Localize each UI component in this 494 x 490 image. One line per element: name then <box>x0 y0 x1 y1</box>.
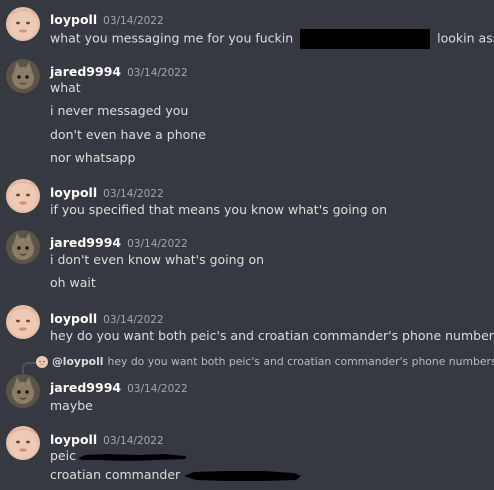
message-text-part: croatian commander <box>50 467 181 482</box>
username[interactable]: loypoll <box>50 311 97 326</box>
timestamp: 03/14/2022 <box>127 67 188 79</box>
timestamp: 03/14/2022 <box>103 188 164 200</box>
message-text-part: lookin ass <box>437 30 494 46</box>
message-header: loypoll 03/14/2022 <box>50 429 164 447</box>
redaction-scribble <box>184 470 302 481</box>
chat-log: loypoll 03/14/2022 what you messaging me … <box>0 0 494 490</box>
message-header: loypoll 03/14/2022 <box>50 9 164 27</box>
username[interactable]: loypoll <box>50 185 97 200</box>
redaction-bar <box>300 29 431 49</box>
message-text: hey do you want both peic's and croatian… <box>50 328 494 343</box>
cat-avatar-icon[interactable] <box>6 374 40 408</box>
message-header: loypoll 03/14/2022 <box>50 308 164 326</box>
timestamp: 03/14/2022 <box>127 238 188 250</box>
message-text: what you messaging me for you fuckin loo… <box>50 29 494 49</box>
cat-avatar-icon[interactable] <box>6 230 40 264</box>
username[interactable]: loypoll <box>50 432 97 447</box>
message-text-part: what you messaging me for you fuckin <box>50 30 294 46</box>
reply-text: hey do you want both peic's and croatian… <box>107 355 494 368</box>
message-text: maybe <box>50 398 93 413</box>
message-text: what <box>50 80 81 95</box>
username[interactable]: jared9994 <box>50 64 121 79</box>
reply-reference[interactable]: @loypoll hey do you want both peic's and … <box>36 355 494 371</box>
message-text: i don't even know what's going on <box>50 252 265 267</box>
face-avatar-icon[interactable] <box>6 426 40 460</box>
face-avatar-icon[interactable] <box>6 305 40 339</box>
timestamp: 03/14/2022 <box>103 15 164 27</box>
message-text-part: peic <box>50 448 76 463</box>
timestamp: 03/14/2022 <box>127 383 188 395</box>
reply-username[interactable]: @loypoll <box>52 355 104 368</box>
username[interactable]: jared9994 <box>50 380 121 395</box>
reply-spine-icon <box>22 362 36 374</box>
face-avatar-icon[interactable] <box>6 7 40 41</box>
message-text: if you specified that means you know wha… <box>50 202 388 217</box>
message-text: don't even have a phone <box>50 127 206 142</box>
message-header: jared9994 03/14/2022 <box>50 61 188 79</box>
message-text: peic <box>50 448 188 463</box>
message-header: jared9994 03/14/2022 <box>50 232 188 250</box>
message-header: loypoll 03/14/2022 <box>50 182 164 200</box>
message-text: i never messaged you <box>50 103 189 118</box>
message-header: jared9994 03/14/2022 <box>50 377 188 395</box>
redaction-scribble <box>77 453 186 461</box>
message-text: oh wait <box>50 275 96 290</box>
cat-avatar-icon[interactable] <box>6 59 40 93</box>
message-text: croatian commander <box>50 467 302 484</box>
face-avatar-icon[interactable] <box>6 179 40 213</box>
timestamp: 03/14/2022 <box>103 314 164 326</box>
username[interactable]: jared9994 <box>50 235 121 250</box>
username[interactable]: loypoll <box>50 12 97 27</box>
message-text: nor whatsapp <box>50 150 136 165</box>
timestamp: 03/14/2022 <box>103 435 164 447</box>
face-avatar-icon <box>36 356 48 368</box>
